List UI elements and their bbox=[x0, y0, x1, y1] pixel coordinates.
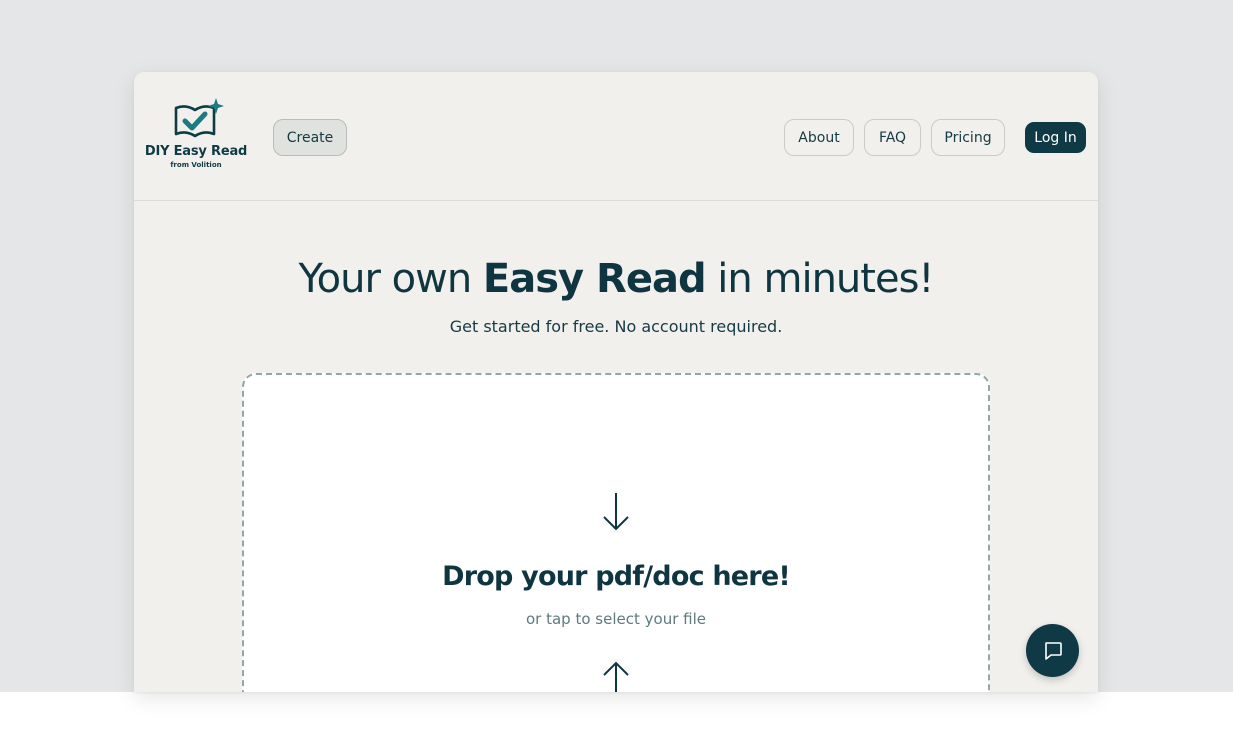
nav-faq-button[interactable]: FAQ bbox=[864, 119, 921, 156]
file-dropzone[interactable]: Drop your pdf/doc here! or tap to select… bbox=[242, 373, 990, 692]
arrow-down-icon bbox=[603, 493, 629, 531]
arrow-up-icon bbox=[603, 661, 629, 692]
site-header: DIY Easy Read from Volition Create About… bbox=[134, 72, 1098, 201]
hero-title-prefix: Your own bbox=[298, 256, 483, 302]
chat-button[interactable] bbox=[1026, 624, 1079, 677]
hero-title: Your own Easy Read in minutes! bbox=[134, 256, 1098, 302]
brand-logo[interactable]: DIY Easy Read from Volition bbox=[144, 98, 248, 176]
nav-about-button[interactable]: About bbox=[784, 119, 854, 156]
hero-title-bold: Easy Read bbox=[482, 256, 707, 302]
chat-bubble-icon bbox=[1044, 641, 1062, 660]
create-button[interactable]: Create bbox=[273, 119, 347, 156]
nav-pricing-button[interactable]: Pricing bbox=[931, 119, 1005, 156]
brand-tagline: from Volition bbox=[170, 161, 222, 169]
brand-name: DIY Easy Read bbox=[144, 144, 248, 159]
hero-title-suffix: in minutes! bbox=[705, 256, 934, 302]
hero-subtitle: Get started for free. No account require… bbox=[449, 317, 783, 336]
dropzone-title: Drop your pdf/doc here! bbox=[442, 561, 791, 592]
dropzone-subtitle: or tap to select your file bbox=[526, 610, 706, 628]
book-check-icon bbox=[174, 98, 224, 138]
browser-window: DIY Easy Read from Volition Create About… bbox=[134, 72, 1098, 692]
login-button[interactable]: Log In bbox=[1025, 122, 1086, 153]
